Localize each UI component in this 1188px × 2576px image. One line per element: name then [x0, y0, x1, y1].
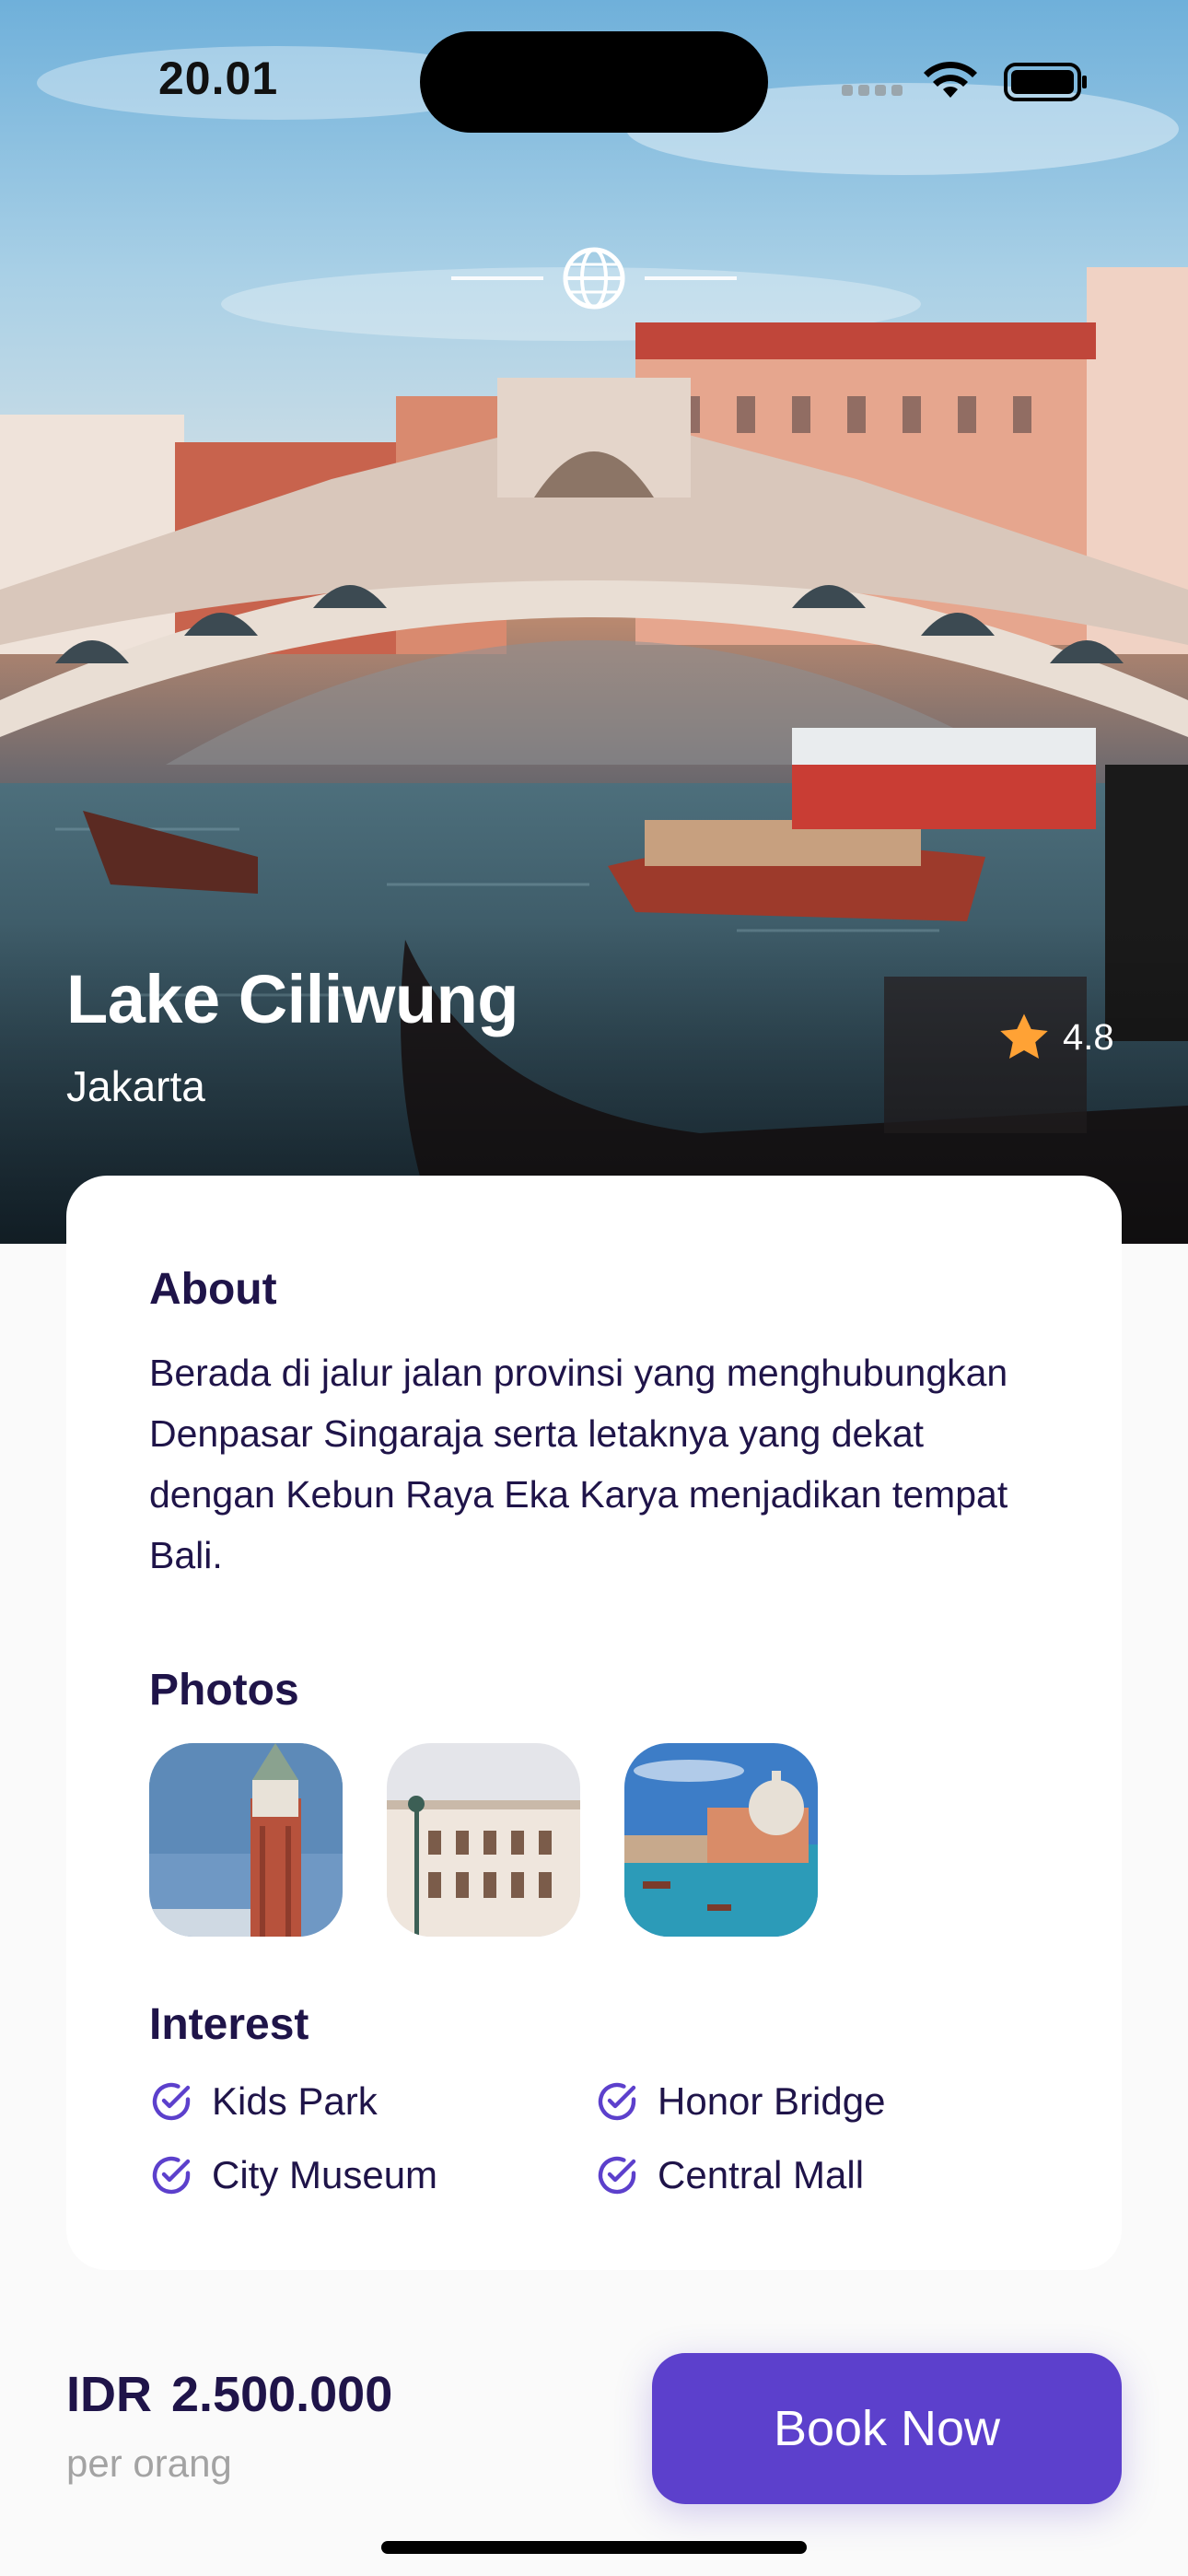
globe-icon	[451, 247, 737, 310]
star-icon	[1000, 1013, 1048, 1059]
check-circle-icon	[598, 2156, 636, 2195]
cellular-signal-icon	[842, 85, 903, 96]
photo-bell-tower[interactable]	[149, 1743, 343, 1937]
destination-detail-screen: 20.01 Lake Ciliwung Jakarta 4.8 About Be…	[0, 0, 1188, 2576]
status-icons	[842, 61, 1087, 101]
hero-image: 20.01 Lake Ciliwung Jakarta 4.8	[0, 0, 1188, 1244]
price: IDR 2.500.000	[66, 2367, 393, 2422]
interest-label: City Museum	[212, 2153, 438, 2196]
interest-item: Central Mall	[595, 2149, 1041, 2201]
about-text: Berada di jalur jalan provinsi yang meng…	[149, 1352, 1008, 1576]
interest-label: Kids Park	[212, 2079, 378, 2123]
photos-list	[149, 1743, 1039, 1937]
interest-label: Central Mall	[658, 2153, 865, 2196]
photo-bell-tower-image	[149, 1743, 343, 1937]
photos-title: Photos	[149, 1666, 299, 1715]
destination-name: Lake Ciliwung	[66, 961, 519, 1037]
dynamic-island	[420, 31, 768, 133]
photo-canal-dome[interactable]	[624, 1743, 818, 1937]
interest-item: Kids Park	[149, 2076, 595, 2127]
status-time: 20.01	[158, 53, 279, 104]
interest-label: Honor Bridge	[658, 2079, 886, 2123]
battery-icon	[1004, 63, 1087, 101]
about-title: About	[149, 1265, 277, 1314]
interest-item: Honor Bridge	[595, 2076, 1041, 2127]
interest-item: City Museum	[149, 2149, 595, 2201]
interest-title: Interest	[149, 2000, 309, 2049]
check-circle-icon	[152, 2082, 191, 2121]
rating-value: 4.8	[1063, 1016, 1114, 1058]
detail-card: About Berada di jalur jalan provinsi yan…	[66, 1176, 1122, 2270]
photo-building-image	[387, 1743, 580, 1937]
destination-city: Jakarta	[66, 1062, 205, 1110]
check-circle-icon	[598, 2082, 636, 2121]
photo-building[interactable]	[387, 1743, 580, 1937]
home-indicator[interactable]	[381, 2541, 807, 2554]
interest-list: Kids Park Honor Bridge City Museum Centr…	[149, 2076, 1039, 2201]
wifi-icon	[924, 61, 977, 98]
check-circle-icon	[152, 2156, 191, 2195]
price-unit: per orang	[66, 2441, 232, 2485]
photo-canal-dome-image	[624, 1743, 818, 1937]
rating: 4.8	[996, 1008, 1114, 1067]
book-now-button[interactable]: Book Now	[652, 2353, 1122, 2504]
